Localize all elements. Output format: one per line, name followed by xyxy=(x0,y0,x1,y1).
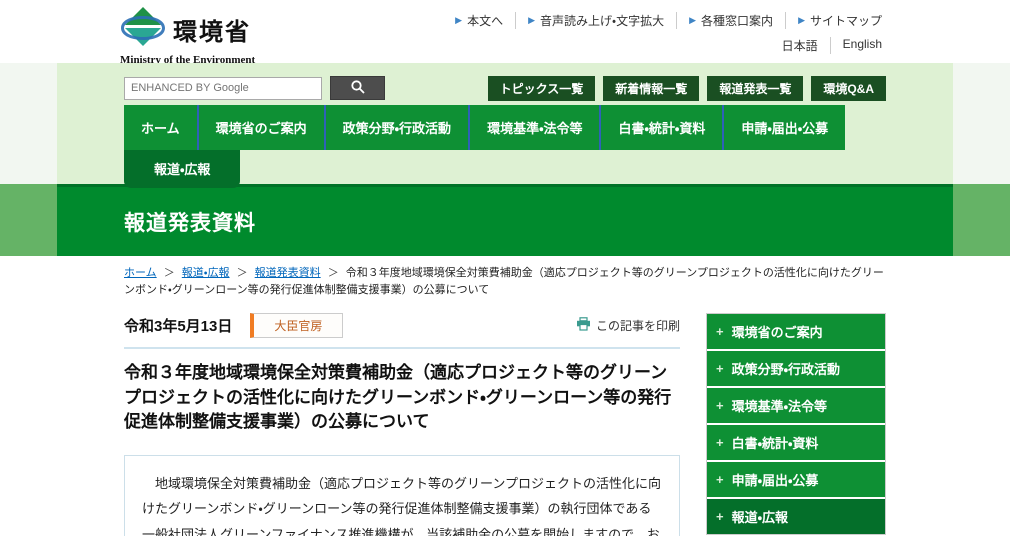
ministry-logo-icon xyxy=(120,6,166,53)
arrow-icon: ▶ xyxy=(689,15,697,25)
sidebar-item-applications[interactable]: + 申請・届出・公募 xyxy=(707,462,885,500)
main-navigation: ホーム 環境省のご案内 政策分野・行政活動 環境基準・法令等 白書・統計・資料 … xyxy=(124,105,953,188)
breadcrumb-home[interactable]: ホーム xyxy=(124,267,157,279)
nav-tab-home[interactable]: ホーム xyxy=(124,105,197,150)
article-title: 令和３年度地域環境保全対策費補助金（適応プロジェクト等のグリーンプロジェクトの活… xyxy=(124,363,672,432)
article: 令和3年5月13日 大臣官房 この記事を印刷 令和３年度地域環境保全対策費補助金… xyxy=(124,313,680,536)
env-qa-button[interactable]: 環境Q&A xyxy=(811,76,886,101)
site-header: 環境省 Ministry of the Environment ▶ 本文へ ▶ … xyxy=(0,0,1010,66)
article-summary-box: 地域環境保全対策費補助金（適応プロジェクト等のグリーンプロジェクトの活性化に向け… xyxy=(124,455,680,536)
nav-tab-press[interactable]: 報道・広報 xyxy=(124,150,241,188)
article-date: 令和3年5月13日 xyxy=(124,318,233,336)
plus-icon: + xyxy=(716,472,724,488)
sidebar-item-press[interactable]: + 報道・広報 xyxy=(707,499,885,535)
sidebar-item-whitepapers[interactable]: + 白書・統計・資料 xyxy=(707,425,885,463)
topics-list-button[interactable]: トピックス一覧 xyxy=(487,76,596,101)
sidebar-item-policy[interactable]: + 政策分野・行政活動 xyxy=(707,351,885,389)
printer-icon xyxy=(576,317,596,334)
search-button[interactable] xyxy=(330,76,385,100)
link-sitemap[interactable]: ▶ サイトマップ xyxy=(786,12,882,29)
breadcrumb: ホーム ＞ 報道・広報 ＞ 報道発表資料 ＞ 令和３年度地域環境保全対策費補助金… xyxy=(124,265,886,299)
arrow-icon: ▶ xyxy=(798,15,805,25)
link-contact-info[interactable]: ▶ 各種窓口案内 xyxy=(677,12,787,29)
category-badge: 大臣官房 xyxy=(250,313,344,339)
plus-icon: + xyxy=(716,509,724,525)
page-title: 報道発表資料 xyxy=(124,211,256,235)
nav-tab-whitepapers[interactable]: 白書・統計・資料 xyxy=(599,105,723,150)
whats-new-list-button[interactable]: 新着情報一覧 xyxy=(603,76,700,101)
language-switcher: 日本語 English xyxy=(770,37,882,54)
lang-japanese[interactable]: 日本語 xyxy=(770,37,831,54)
main-content: ホーム ＞ 報道・広報 ＞ 報道発表資料 ＞ 令和３年度地域環境保全対策費補助金… xyxy=(124,265,886,536)
plus-icon: + xyxy=(716,398,724,414)
arrow-icon: ▶ xyxy=(528,15,536,25)
article-summary-text: 地域環境保全対策費補助金（適応プロジェクト等のグリーンプロジェクトの活性化に向け… xyxy=(142,476,661,536)
sidebar-item-standards[interactable]: + 環境基準・法令等 xyxy=(707,388,885,426)
lang-english[interactable]: English xyxy=(831,37,882,54)
quick-buttons: トピックス一覧 新着情報一覧 報道発表一覧 環境Q&A xyxy=(487,76,886,101)
page-banner: 報道発表資料 xyxy=(0,184,1010,256)
ministry-logo[interactable]: 環境省 Ministry of the Environment xyxy=(120,6,270,66)
breadcrumb-press-materials[interactable]: 報道発表資料 xyxy=(255,267,321,279)
logo-title: 環境省 xyxy=(173,19,251,46)
link-voice-textsize[interactable]: ▶ 音声読み上げ・文字拡大 xyxy=(516,12,678,29)
sidebar-item-about[interactable]: + 環境省のご案内 xyxy=(707,314,885,352)
sidebar-menu: + 環境省のご案内 + 政策分野・行政活動 + 環境基準・法令等 + 白書・統計… xyxy=(706,313,886,536)
plus-icon: + xyxy=(716,324,724,340)
header-green-zone: トピックス一覧 新着情報一覧 報道発表一覧 環境Q&A ホーム 環境省のご案内 … xyxy=(0,63,1010,188)
nav-tab-standards[interactable]: 環境基準・法令等 xyxy=(468,105,600,150)
utility-links: ▶ 本文へ ▶ 音声読み上げ・文字拡大 ▶ 各種窓口案内 ▶ サイトマップ xyxy=(443,12,882,29)
divider xyxy=(124,347,680,350)
arrow-icon: ▶ xyxy=(455,15,463,25)
breadcrumb-separator: ＞ xyxy=(236,267,248,279)
nav-tab-about[interactable]: 環境省のご案内 xyxy=(196,105,324,150)
nav-tab-policy[interactable]: 政策分野・行政活動 xyxy=(323,105,469,150)
plus-icon: + xyxy=(716,435,724,451)
breadcrumb-press[interactable]: 報道・広報 xyxy=(182,267,230,279)
search-input[interactable] xyxy=(124,76,322,100)
print-label: この記事を印刷 xyxy=(595,319,680,334)
breadcrumb-separator: ＞ xyxy=(163,267,175,279)
link-to-main-text[interactable]: ▶ 本文へ xyxy=(443,12,517,29)
search-icon xyxy=(350,79,366,98)
breadcrumb-separator: ＞ xyxy=(327,267,339,279)
print-article-link[interactable]: この記事を印刷 xyxy=(576,317,680,334)
press-release-list-button[interactable]: 報道発表一覧 xyxy=(707,76,804,101)
nav-tab-applications[interactable]: 申請・届出・公募 xyxy=(722,105,846,150)
plus-icon: + xyxy=(716,361,724,377)
